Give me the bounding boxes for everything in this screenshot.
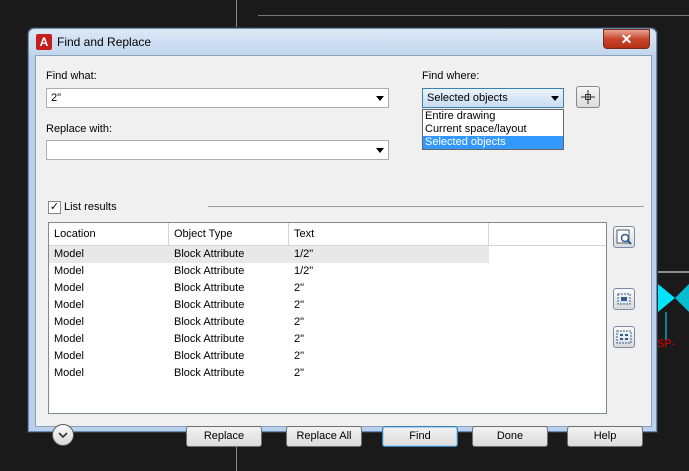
background-line-horizontal [258, 15, 689, 16]
zoom-to-selection-button[interactable] [613, 226, 635, 248]
selection-set-highlighted-icon [616, 330, 632, 344]
replace-all-button[interactable]: Replace All [286, 426, 362, 447]
results-table-header: Location Object Type Text [49, 223, 606, 246]
find-what-label: Find what: [46, 70, 97, 82]
table-row[interactable]: Model Block Attribute 1/2" [49, 263, 489, 280]
replace-with-combo[interactable] [46, 140, 389, 160]
find-replace-dialog: A Find and Replace ✕ Find what: 2" Repla… [28, 28, 657, 447]
find-where-value: Selected objects [427, 92, 508, 104]
window-title: Find and Replace [57, 35, 152, 49]
cell-object-type: Block Attribute [174, 299, 245, 311]
side-label: SP- [657, 338, 676, 350]
help-button[interactable]: Help [567, 426, 643, 447]
cell-object-type: Block Attribute [174, 333, 245, 345]
table-row[interactable]: Model Block Attribute 2" [49, 348, 489, 365]
cell-location: Model [54, 299, 84, 311]
cell-location: Model [54, 350, 84, 362]
cell-location: Model [54, 333, 84, 345]
find-what-combo[interactable]: 2" [46, 88, 389, 108]
replace-with-label: Replace with: [46, 123, 113, 135]
cell-object-type: Block Attribute [174, 350, 245, 362]
cell-object-type: Block Attribute [174, 316, 245, 328]
create-selection-set-all-button[interactable] [613, 288, 635, 310]
list-results-checkbox[interactable]: ✓ [48, 201, 61, 214]
table-row[interactable]: Model Block Attribute 2" [49, 314, 489, 331]
list-results-label: List results [64, 201, 117, 213]
cell-object-type: Block Attribute [174, 248, 245, 260]
table-row[interactable]: Model Block Attribute 2" [49, 365, 489, 382]
find-where-dropdown-list: Entire drawing Current space/layout Sele… [422, 109, 564, 150]
cell-location: Model [54, 367, 84, 379]
cell-location: Model [54, 248, 84, 260]
dropdown-option-entire-drawing[interactable]: Entire drawing [423, 110, 563, 123]
cell-text: 1/2" [294, 265, 314, 277]
column-header-object-type[interactable]: Object Type [169, 223, 289, 245]
done-button[interactable]: Done [472, 426, 548, 447]
dropdown-option-selected-objects[interactable]: Selected objects [423, 136, 563, 149]
replace-button[interactable]: Replace [186, 426, 262, 447]
table-row[interactable]: Model Block Attribute 1/2" [49, 246, 489, 263]
column-header-text[interactable]: Text [289, 223, 489, 245]
selection-set-icon [617, 293, 631, 305]
table-row[interactable]: Model Block Attribute 2" [49, 297, 489, 314]
separator-line [208, 206, 644, 207]
find-what-value: 2" [51, 92, 62, 104]
select-objects-button[interactable] [576, 86, 600, 108]
table-row[interactable]: Model Block Attribute 2" [49, 280, 489, 297]
background-drawing-fragment: SP- [655, 271, 689, 350]
cell-text: 2" [294, 350, 305, 362]
chevron-down-icon [376, 148, 384, 153]
cell-text: 2" [294, 282, 305, 294]
cell-text: 2" [294, 316, 305, 328]
crosshair-icon [581, 90, 595, 104]
find-where-combo[interactable]: Selected objects [422, 88, 564, 108]
cell-location: Model [54, 265, 84, 277]
dialog-body: Find what: 2" Replace with: Find where: … [35, 55, 652, 447]
chevron-down-icon [58, 432, 68, 439]
cell-text: 2" [294, 367, 305, 379]
create-selection-set-highlighted-button[interactable] [613, 326, 635, 348]
close-button[interactable]: ✕ [603, 29, 650, 49]
cell-text: 2" [294, 333, 305, 345]
cell-text: 2" [294, 299, 305, 311]
cell-text: 1/2" [294, 248, 314, 260]
cell-location: Model [54, 282, 84, 294]
cell-object-type: Block Attribute [174, 265, 245, 277]
zoom-search-icon [616, 229, 632, 245]
find-button[interactable]: Find [382, 426, 458, 447]
table-row[interactable]: Model Block Attribute 2" [49, 331, 489, 348]
chevron-down-icon [376, 96, 384, 101]
autocad-logo-icon: A [36, 34, 52, 50]
cell-location: Model [54, 316, 84, 328]
column-header-location[interactable]: Location [49, 223, 169, 245]
more-options-button[interactable] [52, 424, 74, 446]
dropdown-option-current-space[interactable]: Current space/layout [423, 123, 563, 136]
find-where-label: Find where: [422, 70, 480, 82]
chevron-down-icon [551, 96, 559, 101]
results-table[interactable]: Location Object Type Text Model Block Att… [48, 222, 607, 414]
title-bar[interactable]: A Find and Replace ✕ [29, 29, 656, 55]
cell-object-type: Block Attribute [174, 282, 245, 294]
cell-object-type: Block Attribute [174, 367, 245, 379]
